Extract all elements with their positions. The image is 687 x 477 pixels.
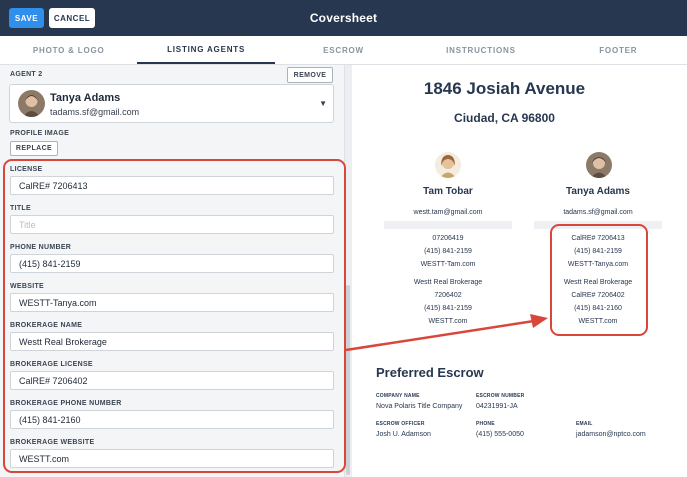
agent-2-email: tadams.sf@gmail.com xyxy=(563,209,633,216)
agent-section-label: AGENT 2 xyxy=(10,71,43,78)
preview-city: Ciudad, CA 96800 xyxy=(454,111,555,125)
tab-listing-agents[interactable]: LISTING AGENTS xyxy=(137,36,275,64)
preview-details-highlight xyxy=(550,224,648,336)
agent-1-brokerage-phone: (415) 841-2159 xyxy=(424,305,472,312)
scrollbar-thumb[interactable] xyxy=(346,285,350,475)
tab-photo-logo[interactable]: PHOTO & LOGO xyxy=(0,36,137,64)
remove-agent-button[interactable]: REMOVE xyxy=(287,67,333,83)
form-fields-highlight xyxy=(3,159,346,473)
tab-bar: PHOTO & LOGO LISTING AGENTS ESCROW INSTR… xyxy=(0,36,687,65)
escrow-number-value: 04231991-JA xyxy=(476,403,518,410)
agent-1-empty-title-bar xyxy=(384,221,512,229)
cancel-button[interactable]: CANCEL xyxy=(49,8,95,28)
preview-address: 1846 Josiah Avenue xyxy=(423,79,586,98)
tab-footer[interactable]: FOOTER xyxy=(550,36,687,64)
escrow-title: Preferred Escrow xyxy=(376,365,484,380)
escrow-email-value: jadamson@nptco.com xyxy=(576,431,646,438)
agent-1-avatar xyxy=(435,152,461,178)
agent-1-brokerage-name: Westt Real Brokerage xyxy=(413,279,483,286)
agent-1-brokerage-license: 7206402 xyxy=(434,292,462,299)
agent-1-name: Tam Tobar xyxy=(423,186,473,197)
agent-2-name: Tanya Adams xyxy=(566,186,630,197)
escrow-officer-value: Josh U. Adamson xyxy=(376,431,431,438)
agent-1-website: WESTT-Tam.com xyxy=(420,261,476,268)
agent-2-avatar xyxy=(586,152,612,178)
person-photo-icon xyxy=(18,90,45,117)
escrow-number-label: ESCROW NUMBER xyxy=(476,393,525,399)
tab-instructions[interactable]: INSTRUCTIONS xyxy=(412,36,549,64)
agent-1-brokerage-website: WESTT.com xyxy=(428,318,468,325)
save-button[interactable]: SAVE xyxy=(9,8,44,28)
company-name-value: Nova Polaris Title Company xyxy=(376,403,463,410)
company-name-label: COMPANY NAME xyxy=(376,393,420,399)
escrow-email-label: EMAIL xyxy=(576,421,593,427)
agent-1-email: westt.tam@gmail.com xyxy=(413,209,483,216)
person-photo-icon xyxy=(435,152,461,178)
agent-select-dropdown[interactable]: Tanya Adams tadams.sf@gmail.com ▼ xyxy=(9,84,334,123)
selected-agent-name: Tanya Adams xyxy=(50,92,121,104)
agent-avatar xyxy=(18,90,45,117)
tab-escrow[interactable]: ESCROW xyxy=(275,36,412,64)
person-photo-icon xyxy=(586,152,612,178)
chevron-down-icon: ▼ xyxy=(319,99,327,108)
replace-image-button[interactable]: REPLACE xyxy=(10,141,58,156)
top-bar xyxy=(0,0,687,36)
agent-1-phone: (415) 841-2159 xyxy=(424,248,472,255)
escrow-phone-label: PHONE xyxy=(476,421,495,427)
escrow-officer-label: ESCROW OFFICER xyxy=(376,421,425,427)
profile-image-label: PROFILE IMAGE xyxy=(10,130,70,137)
selected-agent-email: tadams.sf@gmail.com xyxy=(50,107,140,117)
escrow-phone-value: (415) 555-0050 xyxy=(476,431,524,438)
agent-1-license: 07206419 xyxy=(432,235,464,242)
